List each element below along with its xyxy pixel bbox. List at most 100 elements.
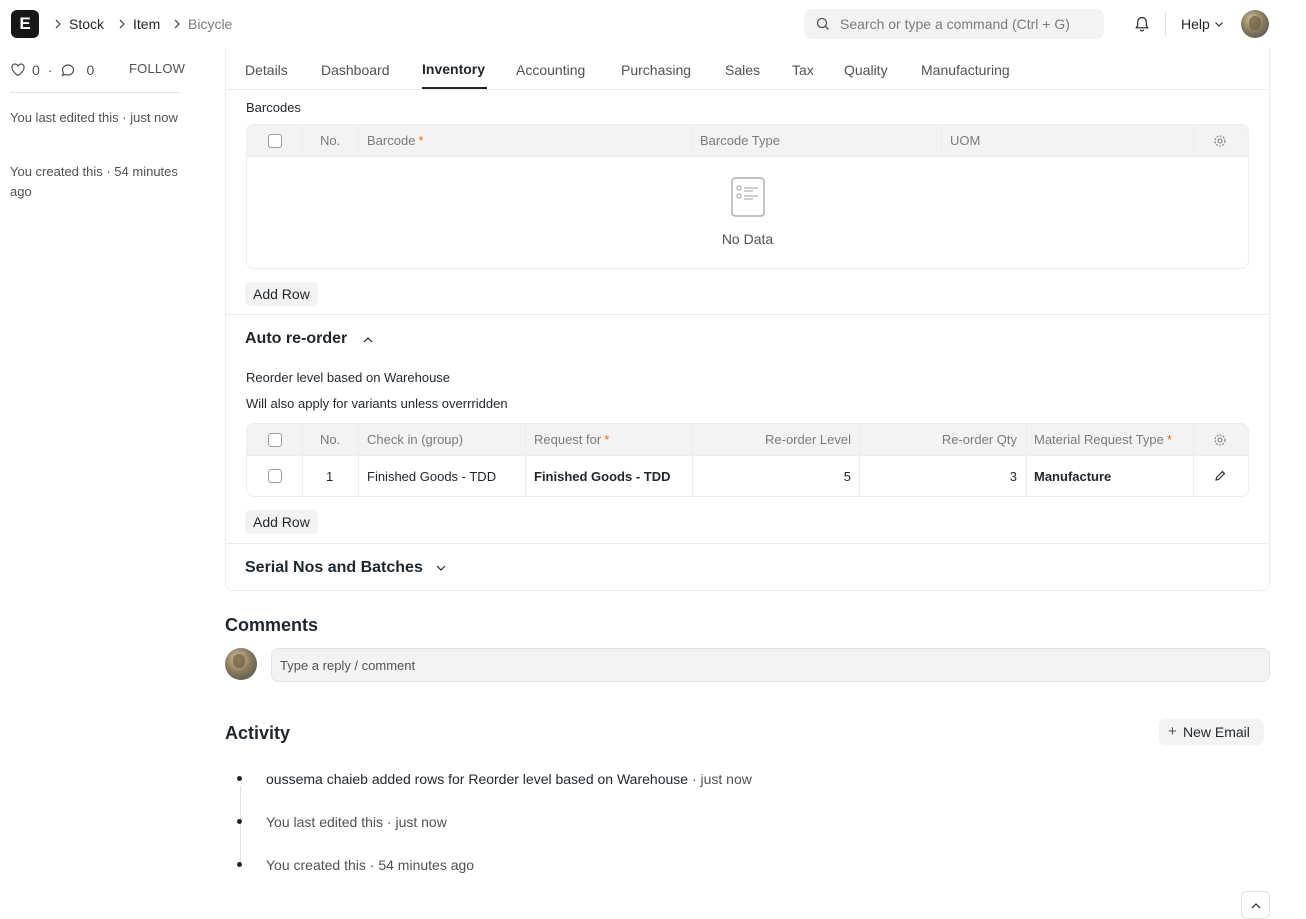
- add-row-button[interactable]: Add Row: [245, 510, 318, 534]
- select-all-checkbox[interactable]: [268, 134, 282, 148]
- timeline-dot: [237, 862, 242, 867]
- column-request-for: Request for *: [534, 424, 609, 455]
- app-logo[interactable]: E: [11, 10, 39, 38]
- activity-item: You created this · 54 minutes ago: [266, 856, 474, 874]
- tab-details[interactable]: Details: [245, 61, 288, 79]
- tab-tax[interactable]: Tax: [792, 61, 814, 79]
- breadcrumb-stock[interactable]: Stock: [69, 15, 104, 33]
- column-no: No.: [320, 432, 341, 447]
- row-no: 1: [326, 468, 334, 484]
- likes-count: 0: [32, 62, 40, 78]
- navbar: E Stock Item Bicycle Search or type a co…: [0, 0, 1306, 48]
- bell-icon[interactable]: [1133, 15, 1151, 33]
- column-divider: [692, 424, 693, 455]
- divider: [10, 92, 180, 93]
- tab-dashboard[interactable]: Dashboard: [321, 61, 390, 79]
- activity-title: Activity: [225, 723, 291, 743]
- gear-icon[interactable]: [1213, 134, 1227, 148]
- table-row[interactable]: 1 Finished Goods - TDD Finished Goods - …: [247, 456, 1248, 496]
- row-check-in-group[interactable]: Finished Goods - TDD: [367, 456, 496, 496]
- row-material-request-type[interactable]: Manufacture: [1034, 456, 1111, 496]
- reorder-description: Will also apply for variants unless over…: [246, 396, 508, 411]
- section-title-auto-reorder[interactable]: Auto re-order: [245, 329, 347, 349]
- search-placeholder: Search or type a command (Ctrl + G): [840, 16, 1070, 32]
- chevron-right-icon: [172, 16, 182, 32]
- column-divider: [859, 424, 860, 455]
- column-check-in-group: Check in (group): [367, 432, 464, 447]
- new-email-button[interactable]: + New Email: [1159, 719, 1264, 745]
- row-reorder-level[interactable]: 5: [700, 456, 851, 496]
- column-divider: [941, 125, 942, 156]
- breadcrumb-item[interactable]: Item: [133, 15, 160, 33]
- section-title-serial-nos[interactable]: Serial Nos and Batches: [245, 558, 423, 578]
- gear-icon[interactable]: [1213, 433, 1227, 447]
- required-marker: *: [1166, 432, 1172, 447]
- column-divider: [358, 456, 359, 496]
- reorder-table: No. Check in (group) Request for * Re-ord…: [246, 423, 1249, 497]
- column-divider: [1193, 424, 1194, 455]
- chevron-up-icon[interactable]: [362, 334, 374, 346]
- column-divider: [302, 424, 303, 455]
- tab-manufacturing[interactable]: Manufacturing: [921, 61, 1010, 79]
- required-marker: *: [604, 432, 610, 447]
- timeline-dot: [237, 776, 242, 781]
- column-divider: [1193, 125, 1194, 156]
- column-no: No.: [320, 133, 341, 148]
- activity-time: · just now: [688, 771, 752, 787]
- likes-comments: 0 · 0: [10, 61, 94, 79]
- document-list-icon: [731, 177, 765, 217]
- search-bar[interactable]: Search or type a command (Ctrl + G): [804, 9, 1104, 39]
- follow-button[interactable]: FOLLOW: [129, 61, 185, 76]
- column-divider: [859, 456, 860, 496]
- edit-icon[interactable]: [1214, 470, 1226, 482]
- chevron-up-icon: [1251, 903, 1261, 909]
- select-all-checkbox[interactable]: [268, 433, 282, 447]
- divider: [225, 89, 1270, 90]
- tab-sales[interactable]: Sales: [725, 61, 760, 79]
- column-divider: [525, 424, 526, 455]
- chevron-right-icon: [53, 16, 63, 32]
- activity-text: You last edited this: [266, 814, 384, 830]
- column-divider: [358, 424, 359, 455]
- timeline-dot: [237, 819, 242, 824]
- column-divider: [302, 456, 303, 496]
- user-avatar: [225, 648, 257, 680]
- column-divider: [358, 125, 359, 156]
- tab-accounting[interactable]: Accounting: [516, 61, 585, 79]
- search-icon: [816, 17, 829, 30]
- comment-icon[interactable]: [60, 62, 76, 78]
- help-menu[interactable]: Help: [1181, 15, 1210, 33]
- table-header: No. Check in (group) Request for * Re-ord…: [247, 424, 1248, 456]
- tab-inventory[interactable]: Inventory: [422, 60, 485, 78]
- comments-count: 0: [86, 62, 95, 78]
- user-avatar[interactable]: [1241, 10, 1269, 38]
- divider: [225, 543, 1270, 544]
- comments-title: Comments: [225, 615, 319, 635]
- breadcrumb-bicycle[interactable]: Bicycle: [188, 15, 232, 33]
- row-reorder-qty[interactable]: 3: [867, 456, 1017, 496]
- column-reorder-level: Re-order Level: [765, 432, 851, 447]
- column-barcode-type: Barcode Type: [700, 133, 780, 148]
- scroll-to-top-button[interactable]: [1241, 891, 1270, 919]
- column-divider: [1026, 424, 1027, 455]
- tab-quality[interactable]: Quality: [844, 61, 888, 79]
- comment-input[interactable]: Type a reply / comment: [271, 648, 1270, 682]
- activity-time: · 54 minutes ago: [365, 857, 475, 873]
- timeline-line: [240, 786, 241, 864]
- dot-separator: ·: [47, 62, 53, 78]
- row-request-for[interactable]: Finished Goods - TDD: [534, 456, 671, 496]
- heart-icon[interactable]: [10, 62, 26, 78]
- activity-text: You created this: [266, 857, 366, 873]
- chevron-down-icon[interactable]: [435, 562, 447, 574]
- divider: [225, 314, 1270, 315]
- add-row-button[interactable]: Add Row: [245, 282, 318, 306]
- tab-purchasing[interactable]: Purchasing: [621, 61, 691, 79]
- activity-text: oussema chaieb added rows for Reorder le…: [266, 771, 689, 787]
- activity-item: oussema chaieb added rows for Reorder le…: [266, 770, 752, 788]
- chevron-down-icon[interactable]: [1214, 19, 1224, 29]
- column-material-request-type-label: Material Request Type: [1034, 432, 1164, 447]
- plus-icon: +: [1168, 723, 1177, 740]
- row-checkbox[interactable]: [268, 469, 282, 483]
- last-edited-text: You last edited this · just now: [10, 110, 178, 125]
- column-divider: [1193, 456, 1194, 496]
